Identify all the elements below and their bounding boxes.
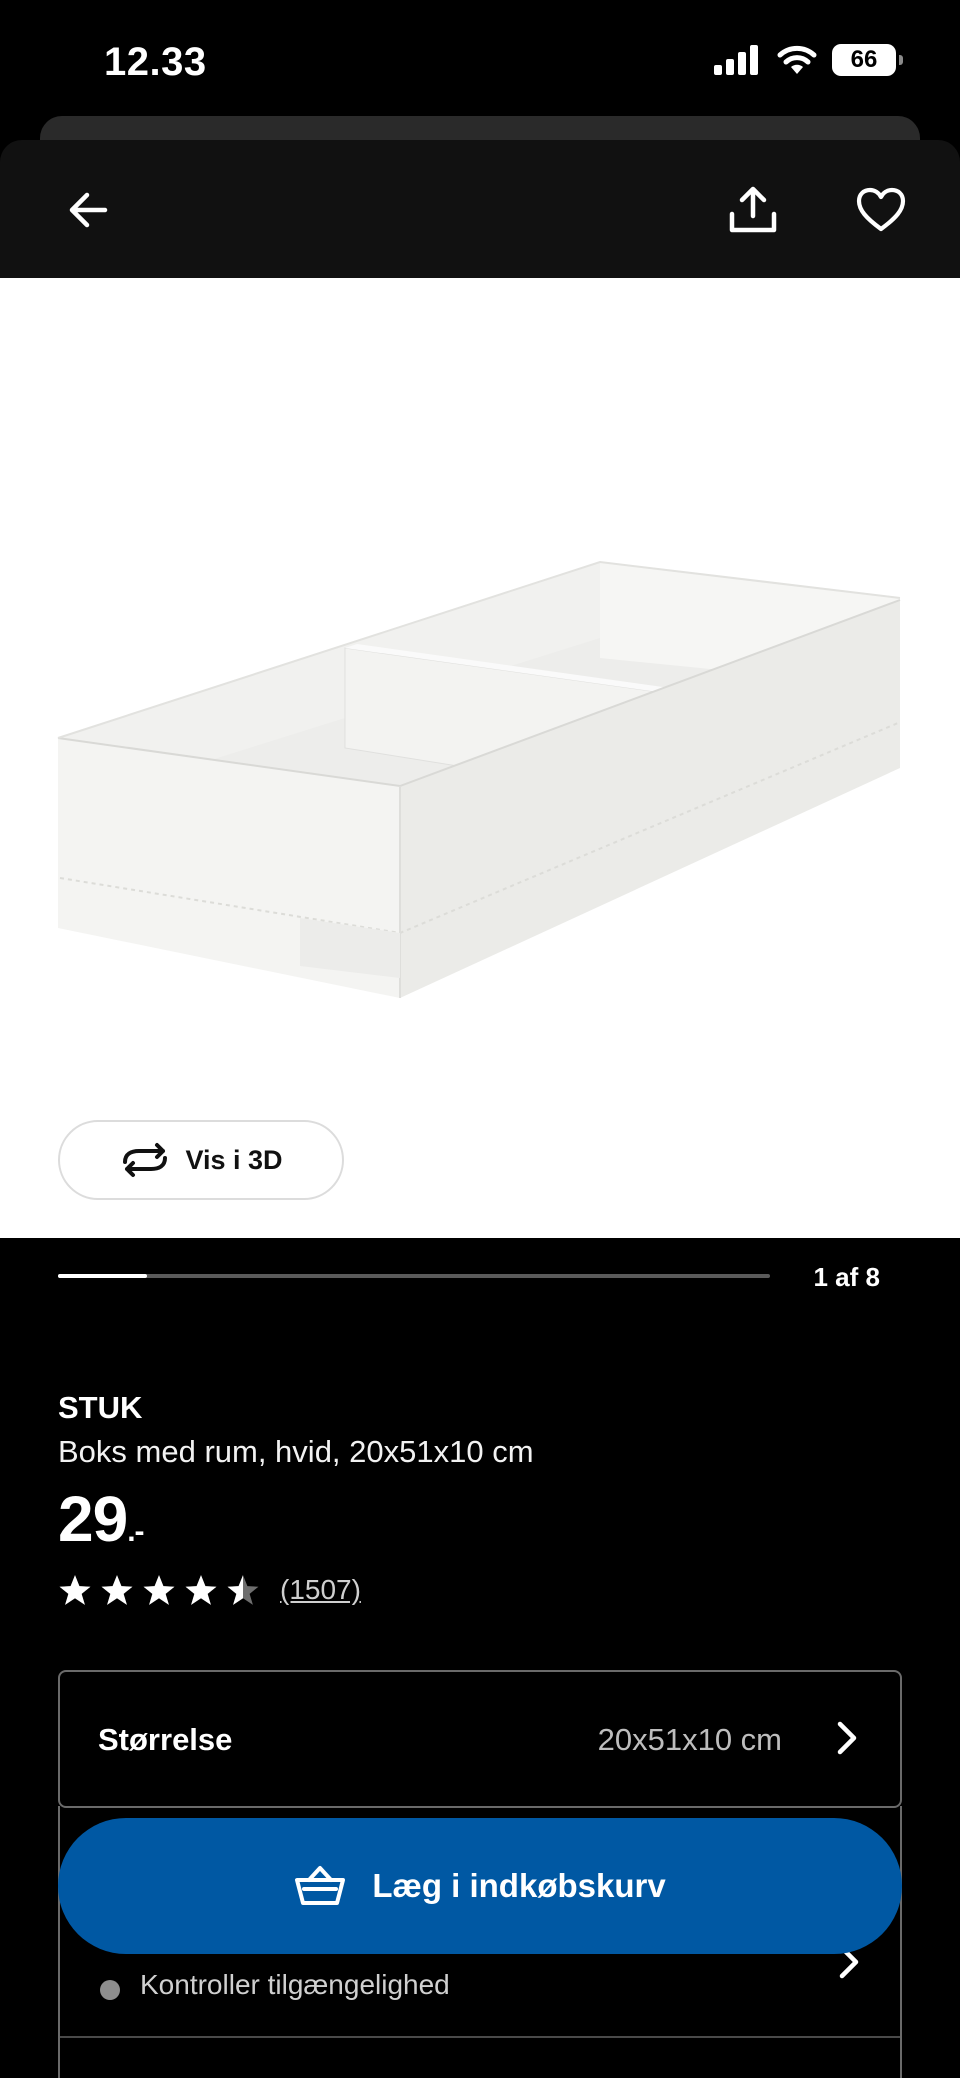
star-icon bbox=[185, 1575, 217, 1605]
star-icon bbox=[101, 1575, 133, 1605]
product-description: Boks med rum, hvid, 20x51x10 cm bbox=[58, 1434, 534, 1469]
back-button[interactable] bbox=[58, 180, 118, 240]
share-icon bbox=[729, 186, 777, 233]
signal-icon bbox=[714, 45, 758, 75]
wifi-icon bbox=[777, 45, 817, 74]
rating[interactable]: (1507) bbox=[58, 1574, 361, 1606]
price-suffix: .- bbox=[127, 1515, 144, 1548]
add-to-cart-label: Læg i indkøbskurv bbox=[372, 1867, 666, 1904]
divider bbox=[60, 2036, 900, 2038]
basket-icon bbox=[295, 1866, 346, 1905]
rotate-3d-icon bbox=[123, 1143, 168, 1177]
chevron-right-icon bbox=[837, 1721, 857, 1755]
availability-status-dot bbox=[100, 1980, 120, 2000]
share-button[interactable] bbox=[723, 180, 783, 240]
view-3d-label: Vis i 3D bbox=[185, 1144, 283, 1175]
add-to-cart-button[interactable]: Læg i indkøbskurv bbox=[58, 1818, 902, 1954]
favorite-button[interactable] bbox=[851, 180, 911, 240]
star-icon bbox=[59, 1575, 91, 1605]
view-3d-button[interactable]: Vis i 3D bbox=[58, 1120, 344, 1200]
product-image bbox=[57, 560, 901, 998]
status-bar: 12.33 66 bbox=[0, 0, 960, 128]
rating-stars bbox=[58, 1574, 260, 1606]
product-price: 29.- bbox=[58, 1482, 145, 1556]
product-image-area[interactable]: Vis i 3D bbox=[0, 278, 960, 1238]
gallery-progress bbox=[58, 1274, 770, 1278]
product-name: STUK bbox=[58, 1390, 143, 1425]
status-icons: 66 bbox=[714, 44, 903, 76]
status-time: 12.33 bbox=[104, 40, 207, 84]
size-selector[interactable]: Størrelse 20x51x10 cm bbox=[58, 1670, 902, 1808]
size-value: 20x51x10 cm bbox=[597, 1722, 782, 1757]
size-label: Størrelse bbox=[98, 1722, 233, 1757]
price-value: 29 bbox=[58, 1483, 128, 1555]
gallery-progress-fill bbox=[58, 1274, 147, 1278]
review-count-link[interactable]: (1507) bbox=[280, 1574, 361, 1606]
back-arrow-icon bbox=[69, 192, 108, 228]
heart-icon bbox=[856, 187, 906, 232]
availability-text: Kontroller tilgængelighed bbox=[140, 1969, 450, 2000]
star-icon bbox=[143, 1575, 175, 1605]
star-icon bbox=[227, 1575, 259, 1605]
battery-icon: 66 bbox=[832, 44, 903, 76]
gallery-counter: 1 af 8 bbox=[813, 1262, 881, 1292]
top-header bbox=[0, 140, 960, 278]
